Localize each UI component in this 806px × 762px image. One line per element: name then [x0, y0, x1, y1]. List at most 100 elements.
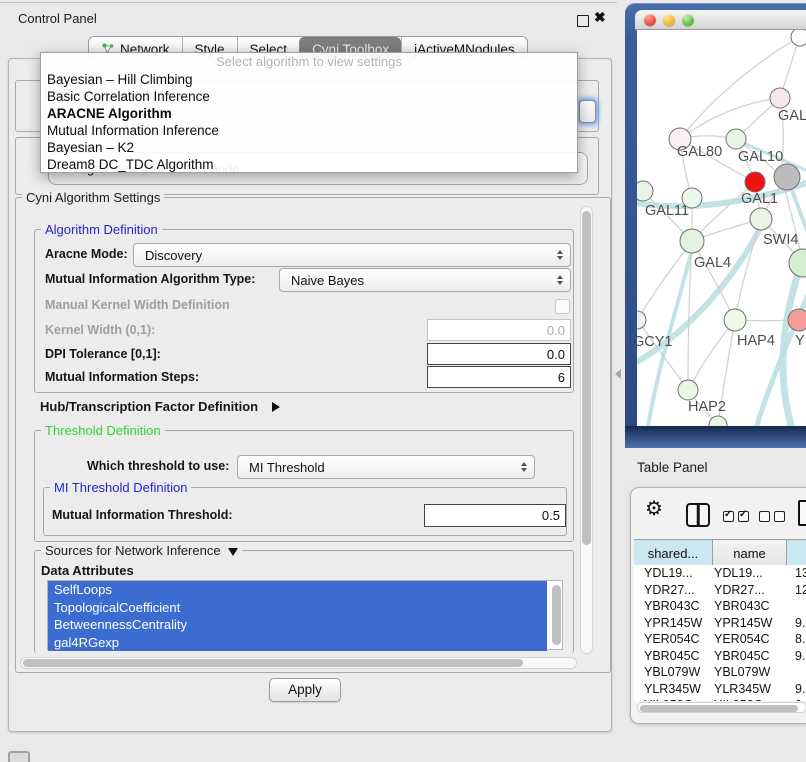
table-cell: YIL052C	[644, 697, 693, 701]
table-cell: 9.	[795, 648, 805, 665]
column-header-shared-name[interactable]: shared...	[634, 540, 713, 566]
table-row[interactable]: YIL052CYIL052C0.	[634, 697, 806, 701]
data-attribute-item[interactable]: SelfLoops	[48, 581, 547, 599]
algorithm-option[interactable]: Dream8 DC_TDC Algorithm	[41, 156, 577, 173]
network-node[interactable]	[789, 249, 806, 277]
table-row[interactable]: YBR043CYBR043C	[634, 598, 806, 615]
settings-hscrollbar-thumb[interactable]	[23, 659, 523, 667]
select-all-columns-icon[interactable]	[723, 511, 749, 522]
algorithm-dropdown-placeholder: Select algorithm to view settings	[41, 53, 577, 71]
settings-vscrollbar[interactable]	[580, 206, 593, 654]
column-header-name[interactable]: name	[713, 540, 787, 566]
algorithm-definition-title: Algorithm Definition	[41, 222, 162, 237]
column-header-partial[interactable]	[787, 540, 806, 566]
network-edge[interactable]	[735, 219, 761, 320]
table-rows: YDL19...YDL19...13YDR27...YDR27...12YBR0…	[634, 565, 806, 701]
network-window-titlebar[interactable]	[635, 10, 806, 30]
mi-steps-input[interactable]	[427, 366, 571, 388]
refresh-button[interactable]	[579, 100, 596, 123]
settings-vscrollbar-thumb[interactable]	[582, 211, 591, 545]
threshold-definition-group: Threshold Definition Which threshold to …	[34, 430, 574, 542]
network-view[interactable]: GALGAL80GAL10GAL1SWI4GAL11GAL4GCY1HAP4YH…	[637, 30, 806, 426]
network-node-gal1[interactable]	[745, 172, 765, 192]
close-icon[interactable]: ✖	[594, 9, 606, 26]
manual-kernel-width-checkbox[interactable]	[555, 299, 570, 314]
gear-icon[interactable]: ⚙	[645, 496, 663, 521]
splitter-handle-icon[interactable]	[615, 369, 621, 379]
table-row[interactable]: YBR045CYBR045C9.	[634, 648, 806, 665]
network-node-gal10[interactable]	[726, 129, 746, 149]
mi-algorithm-type-value: Naive Bayes	[291, 273, 364, 288]
table-row[interactable]: YER054CYER054C8.	[634, 631, 806, 648]
mi-algorithm-type-select[interactable]: Naive Bayes	[279, 268, 571, 292]
kernel-width-input[interactable]	[427, 319, 571, 341]
network-node[interactable]	[774, 164, 800, 190]
table-cell: YDL19...	[644, 565, 693, 582]
data-attribute-item[interactable]: BetweennessCentrality	[48, 616, 547, 634]
table-cell: 12	[795, 582, 806, 599]
cyni-algorithm-settings-title: Cyni Algorithm Settings	[22, 190, 164, 205]
data-attribute-item[interactable]: TopologicalCoefficient	[48, 599, 547, 617]
network-node[interactable]	[682, 188, 702, 208]
network-canvas-svg: GALGAL80GAL10GAL1SWI4GAL11GAL4GCY1HAP4YH…	[637, 30, 806, 426]
close-window-icon[interactable]	[644, 14, 656, 26]
network-node-label: HAP2	[688, 399, 726, 415]
table-row[interactable]: YLR345WYLR345W9.	[634, 681, 806, 698]
apply-button[interactable]: Apply	[269, 678, 341, 702]
deselect-all-columns-icon[interactable]	[759, 511, 785, 522]
aracne-mode-value: Discovery	[145, 248, 202, 263]
float-panel-icon[interactable]	[577, 15, 589, 27]
algorithm-dropdown: Select algorithm to view settings Bayesi…	[40, 52, 578, 173]
minimize-window-icon[interactable]	[663, 14, 675, 26]
network-node-gal[interactable]	[770, 88, 790, 108]
aracne-mode-label: Aracne Mode:	[45, 247, 128, 261]
data-attribute-item[interactable]: gal4RGexp	[48, 634, 547, 652]
network-node[interactable]	[791, 30, 806, 46]
mi-threshold-definition-group: MI Threshold Definition Mutual Informati…	[43, 487, 567, 536]
table-cell: YBL079W	[714, 664, 770, 681]
which-threshold-select[interactable]: MI Threshold	[237, 455, 535, 479]
network-edge[interactable]	[688, 320, 735, 390]
minimized-panel-icon[interactable]	[8, 751, 30, 762]
dpi-tolerance-label: DPI Tolerance [0,1]:	[45, 347, 161, 361]
network-node-swi4[interactable]	[750, 208, 772, 230]
mi-threshold-input[interactable]	[424, 504, 566, 527]
table-row[interactable]: YPR145WYPR145W9.	[634, 615, 806, 632]
table-hscrollbar-thumb[interactable]	[640, 705, 798, 712]
which-threshold-label: Which threshold to use:	[87, 459, 229, 473]
data-attributes-list[interactable]: SelfLoopsTopologicalCoefficientBetweenne…	[47, 580, 563, 650]
algorithm-option[interactable]: Bayesian – K2	[41, 139, 577, 156]
list-scrollbar-thumb[interactable]	[552, 585, 561, 645]
settings-hscrollbar[interactable]	[20, 657, 577, 669]
new-table-icon[interactable]	[798, 500, 806, 526]
table-row[interactable]: YBL079WYBL079W	[634, 664, 806, 681]
algorithm-option[interactable]: Bayesian – Hill Climbing	[41, 71, 577, 88]
network-node-label: GAL80	[677, 144, 722, 160]
hub-definition-expander[interactable]: Hub/Transcription Factor Definition	[40, 398, 280, 416]
aracne-mode-select[interactable]: Discovery	[133, 243, 571, 267]
network-node-y[interactable]	[788, 309, 806, 331]
algorithm-option[interactable]: ARACNE Algorithm	[41, 105, 577, 122]
zoom-window-icon[interactable]	[682, 14, 694, 26]
table-row[interactable]: YDL19...YDL19...13	[634, 565, 806, 582]
table-hscrollbar[interactable]	[637, 702, 806, 713]
table-panel: ⚙ shared... name YDL19...YDL19...13YDR27…	[630, 487, 806, 724]
table-panel-title: Table Panel	[637, 460, 708, 475]
network-node-label: GAL1	[741, 191, 778, 207]
network-node-gal4[interactable]	[680, 229, 704, 253]
columns-icon[interactable]	[686, 503, 710, 527]
network-node-gal11[interactable]	[637, 181, 653, 201]
table-row[interactable]: YDR27...YDR27...12	[634, 582, 806, 599]
algorithm-option[interactable]: Mutual Information Inference	[41, 122, 577, 139]
network-node-gcy1[interactable]	[637, 311, 646, 329]
network-node-hap2[interactable]	[678, 380, 698, 400]
algorithm-option[interactable]: Basic Correlation Inference	[41, 88, 577, 105]
kernel-width-label: Kernel Width (0,1):	[45, 323, 155, 337]
which-threshold-value: MI Threshold	[249, 460, 325, 475]
collapse-down-icon	[228, 548, 238, 556]
mi-steps-label: Mutual Information Steps:	[45, 370, 199, 384]
table-cell: YPR145W	[714, 615, 772, 632]
dpi-tolerance-input[interactable]	[427, 343, 571, 365]
table-cell: YPR145W	[644, 615, 702, 632]
network-node-hap4[interactable]	[724, 309, 746, 331]
